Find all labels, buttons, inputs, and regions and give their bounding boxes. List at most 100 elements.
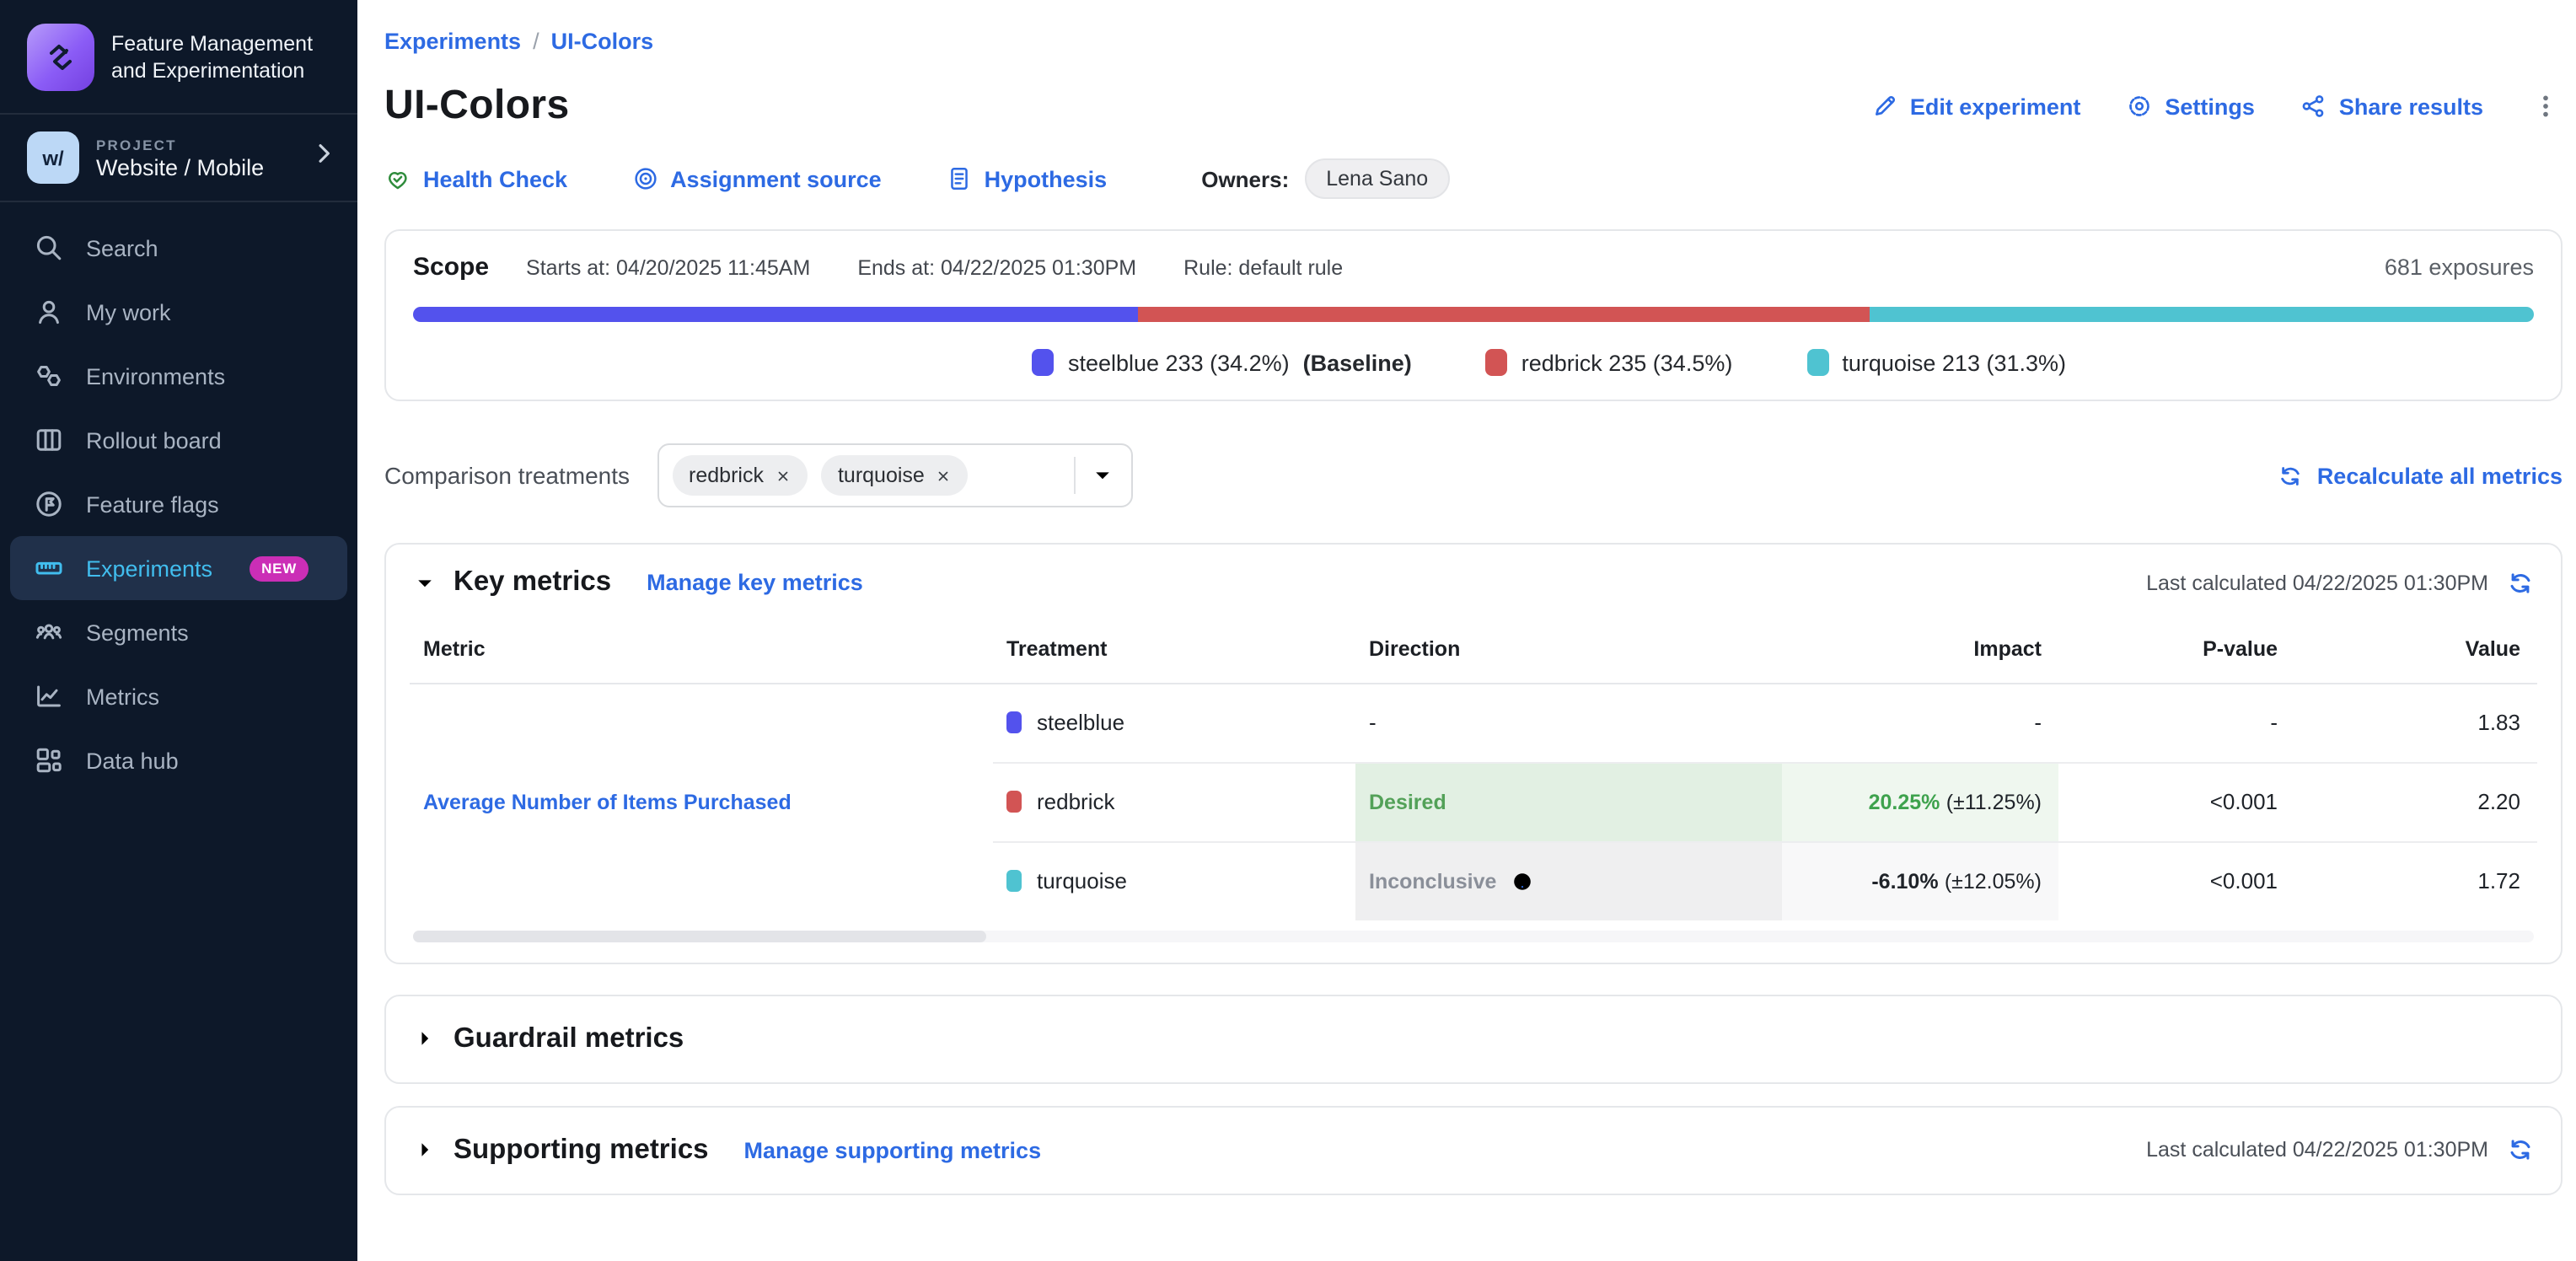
key-metrics-table: Metric Treatment Direction Impact P-valu… [410,615,2537,920]
steelblue-swatch [1006,711,1022,733]
scope-card: Scope Starts at: 04/20/2025 11:45AM Ends… [384,229,2563,401]
bar-segment-steelblue [413,307,1138,322]
sidebar-item-my-work[interactable]: My work [10,280,347,344]
chevron-down-icon[interactable] [1090,464,1114,487]
document-icon [946,165,973,192]
breadcrumb-separator: / [533,29,539,54]
sidebar-item-segments[interactable]: Segments [10,600,347,664]
comparison-treatments-row: Comparison treatments redbrick turquoise [384,443,2563,507]
chevron-right-icon [310,140,337,175]
refresh-icon [2278,463,2304,488]
share-results-button[interactable]: Share results [2300,93,2483,120]
owners-label: Owners: [1201,166,1289,191]
exposure-legend: steelblue 233 (34.2%) (Baseline) redbric… [413,349,2534,376]
col-metric: Metric [410,615,993,683]
main-content: Experiments / UI-Colors UI-Colors Edit e… [357,0,2576,1261]
gear-icon [2126,93,2153,120]
scope-ends: Ends at: 04/22/2025 01:30PM [857,255,1136,279]
question-circle-icon[interactable] [1510,869,1533,893]
legend-item-redbrick: redbrick 235 (34.5%) [1486,349,1733,376]
search-icon [34,233,64,263]
remove-chip-icon[interactable] [936,468,952,483]
key-metrics-title: Key metrics [453,566,611,598]
direction-cell-desired: Desired [1355,762,1782,841]
remove-chip-icon[interactable] [775,468,791,483]
hexagons-icon [34,361,64,391]
assignment-source-link[interactable]: Assignment source [631,165,882,192]
owners: Owners: Lena Sano [1201,158,1450,199]
steelblue-swatch [1033,349,1055,376]
edit-experiment-button[interactable]: Edit experiment [1871,93,2081,120]
exposures-count: 681 exposures [2385,255,2534,280]
owner-chip[interactable]: Lena Sano [1304,158,1450,199]
sidebar-item-feature-flags[interactable]: Feature flags [10,472,347,536]
app-logo-row[interactable]: Feature Management and Experimentation [0,0,357,113]
health-check-link[interactable]: Health Check [384,165,567,192]
turquoise-swatch [1806,349,1828,376]
recalculate-all-metrics-button[interactable]: Recalculate all metrics [2278,463,2563,488]
new-badge: NEW [250,555,309,581]
table-header-row: Metric Treatment Direction Impact P-valu… [410,615,2537,683]
breadcrumb: Experiments / UI-Colors [384,29,2563,54]
grid-icon [34,745,64,775]
heart-check-icon [384,165,411,192]
settings-button[interactable]: Settings [2126,93,2255,120]
guardrail-metrics-title: Guardrail metrics [453,1022,684,1054]
breadcrumb-current-link[interactable]: UI-Colors [551,29,654,54]
sidebar-item-experiments[interactable]: Experiments NEW [10,536,347,600]
key-metrics-last-calculated: Last calculated 04/22/2025 01:30PM [2146,571,2488,594]
manage-supporting-metrics-link[interactable]: Manage supporting metrics [744,1137,1042,1162]
scope-starts: Starts at: 04/20/2025 11:45AM [526,255,810,279]
project-switcher[interactable]: w/ PROJECT Website / Mobile [0,115,357,201]
col-direction: Direction [1355,615,1782,683]
key-metrics-card: Key metrics Manage key metrics Last calc… [384,543,2563,963]
legend-item-steelblue: steelblue 233 (34.2%) (Baseline) [1033,349,1412,376]
sidebar-item-data-hub[interactable]: Data hub [10,728,347,792]
scrollbar-thumb[interactable] [413,930,985,942]
app-window: Feature Management and Experimentation w… [0,0,2576,1261]
metric-link[interactable]: Average Number of Items Purchased [423,791,792,814]
table-row-steelblue: Average Number of Items Purchased steelb… [410,683,2537,762]
project-avatar: w/ [27,131,79,184]
exposure-distribution-bar [413,307,2534,322]
horizontal-scrollbar [413,930,2534,942]
hypothesis-link[interactable]: Hypothesis [946,165,1108,192]
col-pvalue: P-value [2058,615,2294,683]
pvalue-cell: <0.001 [2058,762,2294,841]
sidebar-item-environments[interactable]: Environments [10,344,347,408]
refresh-icon[interactable] [2507,1136,2534,1163]
key-metrics-header[interactable]: Key metrics Manage key metrics Last calc… [386,545,2561,615]
chevron-right-icon [413,1027,437,1050]
line-chart-icon [34,681,64,711]
scope-title: Scope [413,253,489,282]
comparison-treatments-select[interactable]: redbrick turquoise [657,443,1132,507]
breadcrumb-experiments-link[interactable]: Experiments [384,29,521,54]
more-options-kebab-icon[interactable] [2529,89,2563,123]
impact-cell: -6.10% (±12.05%) [1782,841,2058,920]
legend-item-turquoise: turquoise 213 (31.3%) [1806,349,2066,376]
experiment-meta-row: Health Check Assignment source Hypothesi… [384,158,2563,199]
refresh-icon[interactable] [2507,569,2534,596]
redbrick-swatch [1486,349,1508,376]
sidebar-item-rollout-board[interactable]: Rollout board [10,408,347,472]
col-value: Value [2294,615,2537,683]
direction-cell-inconclusive: Inconclusive [1355,841,1782,920]
chevron-right-icon [413,1138,437,1162]
treatment-chip-turquoise[interactable]: turquoise [821,455,969,496]
share-icon [2300,93,2327,120]
treatment-chip-redbrick[interactable]: redbrick [672,455,808,496]
value-cell: 2.20 [2294,762,2537,841]
clear-selection-icon[interactable] [1034,464,1058,487]
redbrick-swatch [1006,791,1022,813]
sidebar-item-search[interactable]: Search [10,216,347,280]
sidebar-item-metrics[interactable]: Metrics [10,664,347,728]
baseline-label: (Baseline) [1303,350,1412,375]
project-name: Website / Mobile [96,154,293,180]
supporting-metrics-card[interactable]: Supporting metrics Manage supporting met… [384,1105,2563,1194]
manage-key-metrics-link[interactable]: Manage key metrics [647,570,863,595]
guardrail-metrics-card[interactable]: Guardrail metrics [384,994,2563,1083]
pvalue-cell: - [2058,683,2294,762]
project-eyebrow: PROJECT [96,136,293,153]
title-row: UI-Colors Edit experiment Settings Share… [384,83,2563,130]
sidebar: Feature Management and Experimentation w… [0,0,357,1261]
